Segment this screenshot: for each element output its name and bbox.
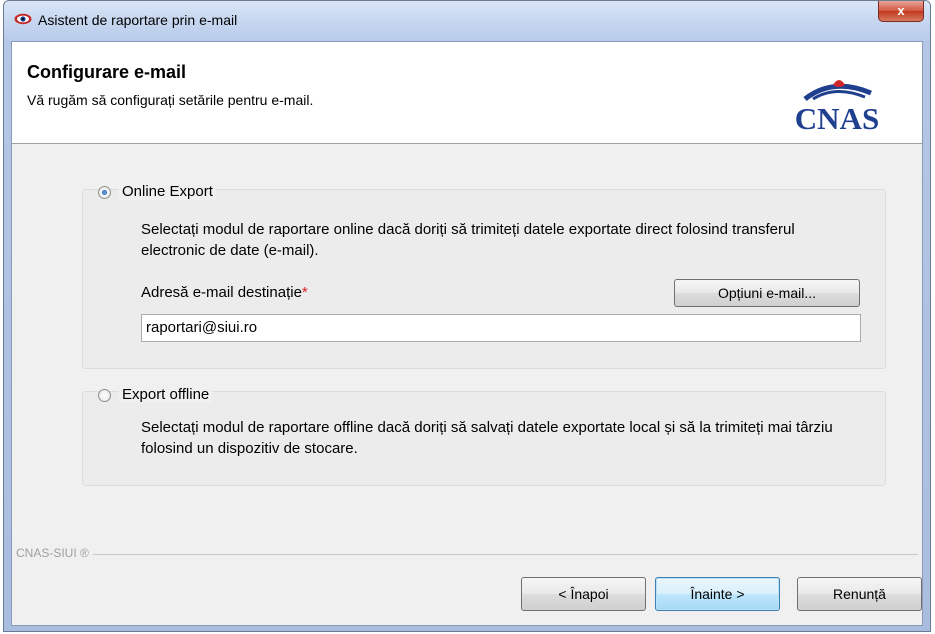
title-bar[interactable]: Asistent de raportare prin e-mail x: [4, 1, 930, 41]
offline-export-description: Selectați modul de raportare offline dac…: [141, 419, 833, 457]
cancel-button[interactable]: Renunță: [797, 577, 922, 611]
back-button[interactable]: < Înapoi: [521, 577, 646, 611]
email-address-label: Adresă e-mail destinație*: [141, 284, 308, 301]
wizard-header: Configurare e-mail Vă rugăm să configura…: [12, 42, 922, 144]
offline-export-label[interactable]: Export offline: [119, 386, 213, 403]
footer-brand: CNAS-SIUI ®: [16, 546, 93, 560]
page-title: Configurare e-mail: [27, 62, 187, 82]
online-export-radio[interactable]: [98, 186, 111, 199]
offline-export-radio[interactable]: [98, 389, 111, 402]
logo-text: CNAS: [795, 101, 879, 135]
footer-divider: [16, 554, 918, 555]
wizard-window: Asistent de raportare prin e-mail x Conf…: [3, 0, 931, 632]
online-export-label[interactable]: Online Export: [119, 183, 216, 200]
email-options-button[interactable]: Opțiuni e-mail...: [674, 279, 860, 307]
page-subtitle: Vă rugăm să configurați setările pentru …: [27, 92, 314, 108]
required-mark: *: [301, 284, 308, 301]
eye-logo-icon: [14, 13, 32, 25]
next-button[interactable]: Înainte >: [655, 577, 780, 611]
wizard-client-area: Configurare e-mail Vă rugăm să configura…: [11, 41, 923, 626]
cnas-logo: CNAS: [795, 80, 879, 135]
close-button[interactable]: x: [878, 1, 924, 22]
online-export-description: Selectați modul de raportare online dacă…: [141, 221, 795, 259]
window-title: Asistent de raportare prin e-mail: [38, 12, 238, 28]
email-address-input[interactable]: raportari@siui.ro: [141, 314, 861, 342]
